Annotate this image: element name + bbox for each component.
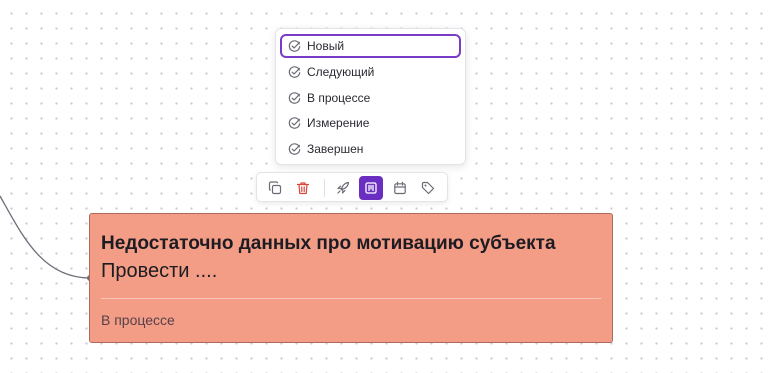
status-option-new[interactable]: Новый: [280, 34, 461, 58]
calendar-icon: [394, 181, 406, 195]
card-title: Недостаточно данных про мотивацию субъек…: [101, 233, 556, 254]
status-icon: [365, 182, 377, 194]
copy-icon: [268, 181, 282, 195]
status-dropdown: Новый Следующий В процессе Измерение Зав…: [275, 28, 466, 165]
card-subtitle: Провести ....: [101, 260, 218, 282]
status-option-label: В процессе: [307, 91, 371, 105]
card-divider: [101, 298, 601, 299]
status-option-label: Измерение: [307, 116, 370, 130]
check-circle-icon: [288, 91, 301, 104]
status-option-label: Новый: [307, 39, 345, 53]
date-button[interactable]: [388, 176, 412, 200]
status-option-next[interactable]: Следующий: [280, 60, 461, 84]
duplicate-button[interactable]: [263, 176, 287, 200]
status-option-label: Следующий: [307, 65, 375, 79]
task-card[interactable]: Недостаточно данных про мотивацию субъек…: [89, 213, 613, 343]
delete-button[interactable]: [291, 176, 315, 200]
launch-button[interactable]: [331, 176, 355, 200]
toolbar-divider: [324, 179, 325, 197]
check-circle-icon: [288, 142, 301, 155]
check-circle-icon: [288, 116, 301, 129]
status-option-in-progress[interactable]: В процессе: [280, 86, 461, 110]
status-option-measurement[interactable]: Измерение: [280, 111, 461, 135]
trash-icon: [296, 182, 310, 195]
tag-button[interactable]: [416, 176, 440, 200]
tag-icon: [421, 181, 435, 195]
status-button[interactable]: [359, 176, 383, 200]
check-circle-icon: [288, 65, 301, 78]
node-toolbar: [256, 172, 448, 202]
status-option-label: Завершен: [307, 142, 364, 156]
status-option-completed[interactable]: Завершен: [280, 137, 461, 161]
card-status: В процессе: [101, 312, 175, 328]
rocket-icon: [337, 181, 350, 194]
check-circle-icon: [288, 39, 301, 52]
